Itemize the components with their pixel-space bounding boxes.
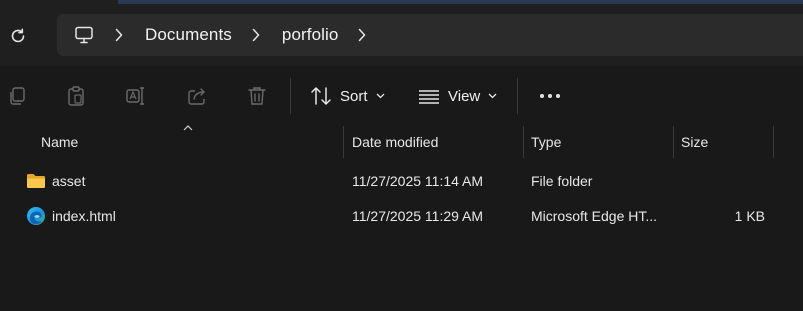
chevron-down-icon — [376, 93, 384, 99]
command-bar: Sort View — [0, 66, 803, 126]
file-type: File folder — [531, 173, 593, 189]
view-label: View — [448, 87, 481, 105]
chevron-right-icon[interactable] — [115, 28, 125, 42]
chevron-right-icon[interactable] — [358, 28, 368, 42]
rename-button[interactable] — [123, 83, 149, 109]
file-date-modified: 11/27/2025 11:14 AM — [352, 173, 484, 189]
column-size[interactable]: Size — [681, 126, 771, 158]
toolbar-divider — [290, 78, 291, 114]
list-item[interactable]: asset 11/27/2025 11:14 AM File folder — [0, 164, 803, 198]
refresh-button[interactable] — [6, 24, 30, 48]
column-divider[interactable] — [673, 126, 674, 158]
sort-icon — [311, 87, 331, 105]
sort-button[interactable]: Sort — [310, 83, 385, 109]
file-size: 1 KB — [734, 208, 765, 224]
chevron-right-icon[interactable] — [252, 28, 262, 42]
column-name[interactable]: Name — [41, 126, 341, 158]
copy-button[interactable] — [4, 83, 30, 109]
address-bar[interactable]: Documents porfolio — [57, 14, 803, 56]
file-type: Microsoft Edge HT... — [531, 208, 658, 224]
column-header: Name Date modified Type Size — [0, 125, 803, 158]
trash-icon — [248, 87, 266, 105]
view-button[interactable]: View — [418, 83, 497, 109]
title-accent-strip — [118, 0, 803, 4]
this-pc-icon[interactable] — [73, 24, 95, 46]
more-icon — [540, 94, 560, 98]
more-options-button[interactable] — [537, 83, 563, 109]
share-icon — [188, 88, 205, 105]
toolbar-divider — [517, 78, 518, 114]
view-list-icon — [419, 90, 439, 104]
column-divider[interactable] — [773, 126, 774, 158]
clipboard-icon — [68, 86, 84, 106]
paste-button[interactable] — [63, 83, 89, 109]
chevron-down-icon — [488, 93, 497, 99]
column-divider[interactable] — [343, 126, 344, 158]
sort-label: Sort — [340, 87, 368, 105]
file-date-modified: 11/27/2025 11:29 AM — [352, 208, 484, 224]
breadcrumb-porfolio[interactable]: porfolio — [282, 25, 339, 45]
file-explorer-window: Documents porfolio Sort View Name Date m… — [0, 0, 803, 311]
copy-icon — [10, 87, 25, 105]
column-type[interactable]: Type — [531, 126, 671, 158]
share-button[interactable] — [184, 83, 210, 109]
edge-icon — [27, 207, 45, 225]
navigation-bar: Documents porfolio — [0, 0, 803, 66]
file-name: asset — [52, 173, 86, 189]
delete-button[interactable] — [244, 83, 270, 109]
refresh-icon — [11, 28, 25, 43]
column-divider[interactable] — [523, 126, 524, 158]
folder-icon — [27, 174, 45, 188]
list-item[interactable]: index.html 11/27/2025 11:29 AM Microsoft… — [0, 199, 803, 233]
file-name: index.html — [52, 208, 116, 224]
rename-icon — [126, 87, 144, 105]
file-size — [681, 164, 765, 198]
column-date-modified[interactable]: Date modified — [352, 126, 520, 158]
breadcrumb-documents[interactable]: Documents — [145, 25, 232, 45]
